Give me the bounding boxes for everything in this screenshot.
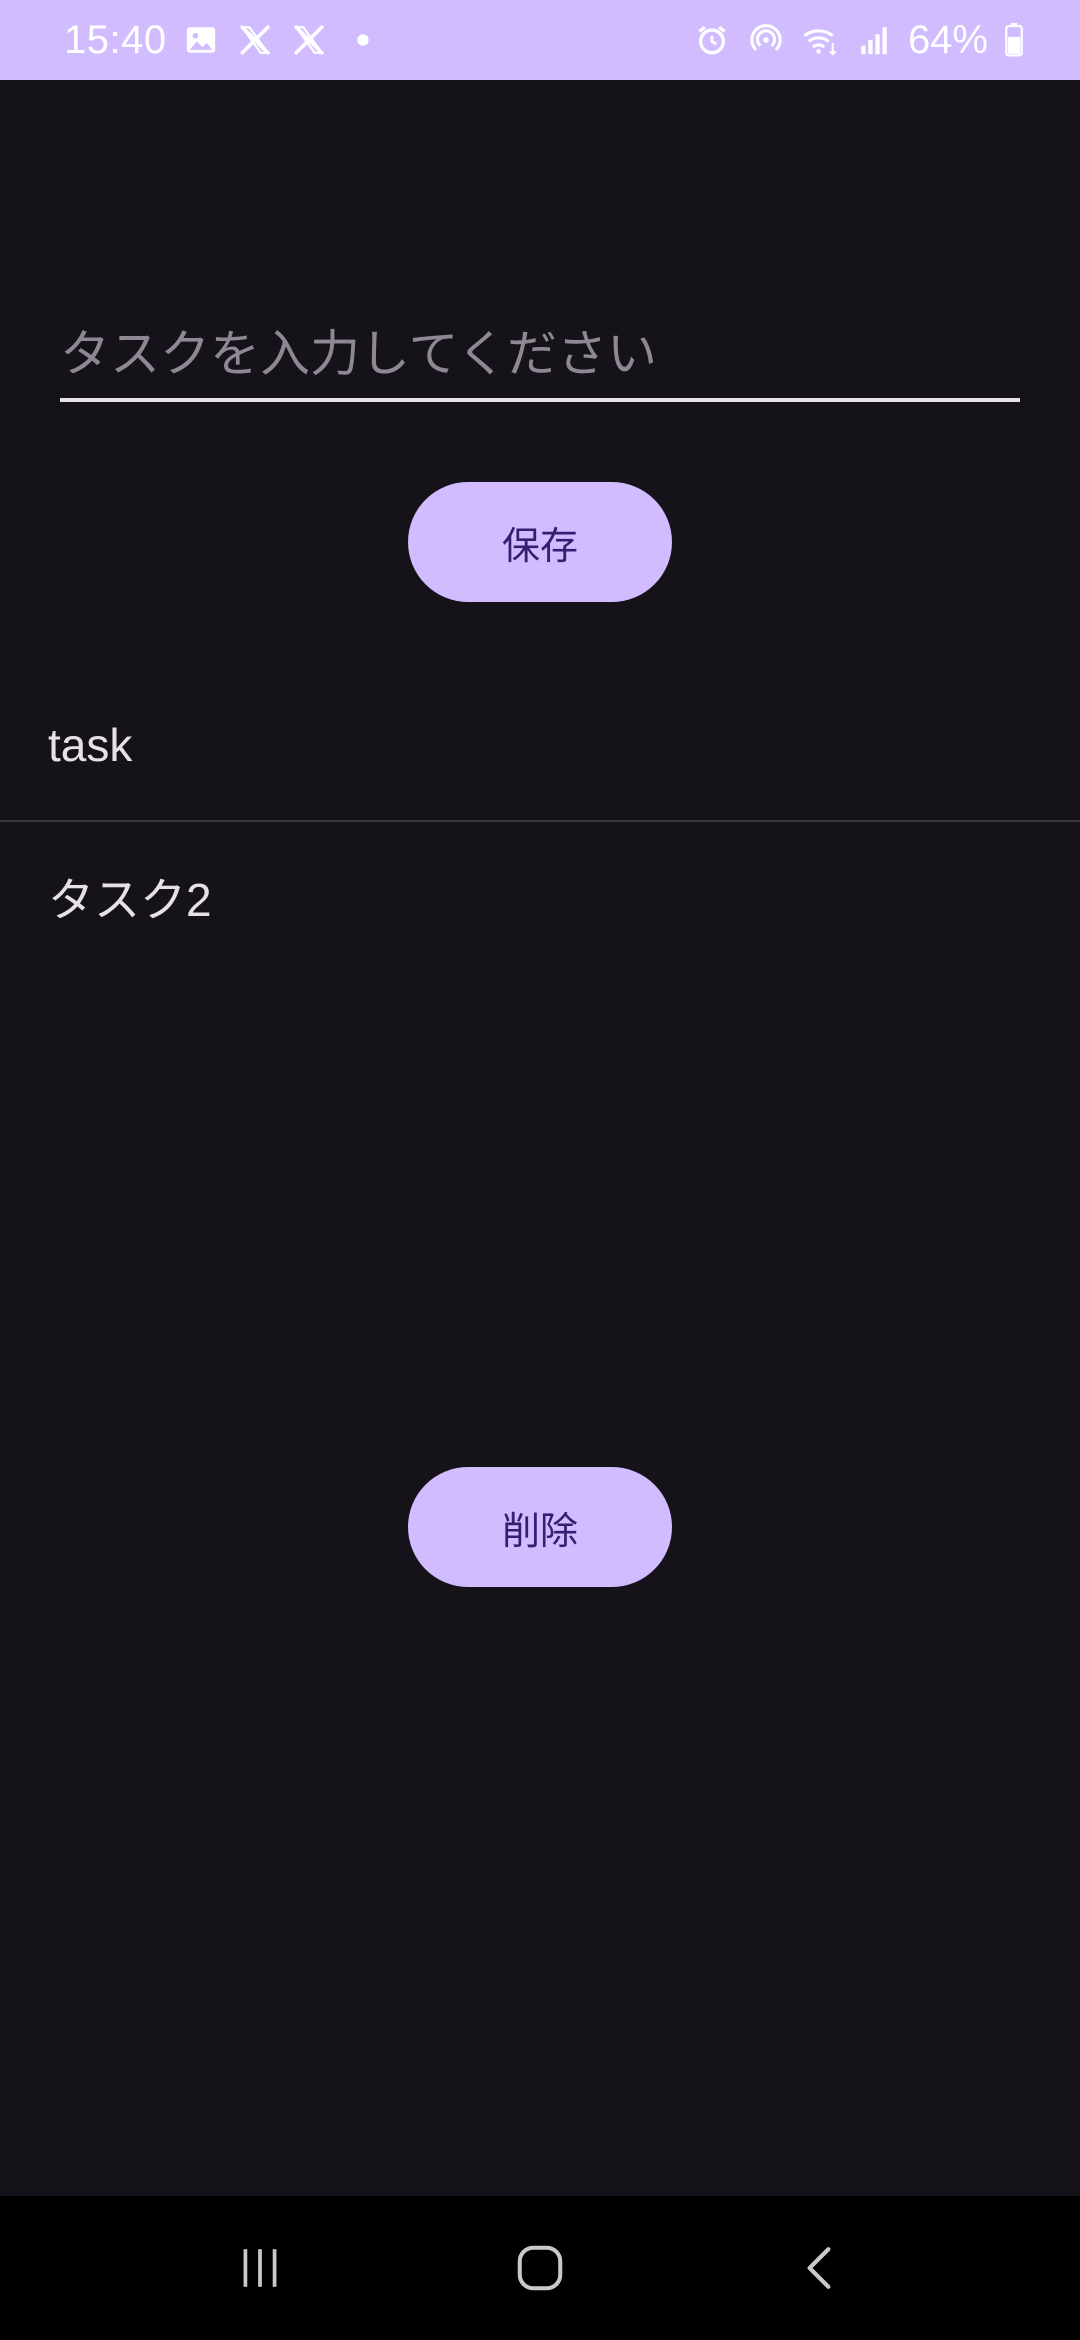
gallery-icon: [181, 20, 221, 60]
status-bar-left: 15:40: [64, 18, 383, 63]
save-button[interactable]: 保存: [408, 482, 672, 602]
x-app-icon: [289, 20, 329, 60]
back-icon[interactable]: [770, 2218, 870, 2318]
task-list-item[interactable]: task: [0, 670, 1080, 820]
alarm-icon: [692, 20, 732, 60]
task-item-label: タスク2: [48, 874, 212, 926]
status-bar-right: 64%: [692, 18, 1026, 63]
wifi-icon: [800, 20, 840, 60]
hotspot-icon: [746, 20, 786, 60]
x-app-icon: [235, 20, 275, 60]
recent-apps-icon[interactable]: [210, 2218, 310, 2318]
battery-percent: 64%: [907, 17, 988, 62]
task-list: task タスク2: [0, 670, 1080, 972]
battery-icon: [1002, 20, 1026, 60]
app-screen: 15:40 64% タスクを入力してください 保存 task タスク2 削除: [0, 0, 1080, 2340]
task-input-field: [60, 310, 1020, 402]
signal-icon: [854, 20, 894, 60]
task-item-label: task: [48, 719, 133, 771]
notification-dot-icon: [343, 20, 383, 60]
task-input[interactable]: [60, 310, 1020, 398]
delete-button[interactable]: 削除: [408, 1467, 672, 1587]
status-time: 15:40: [64, 17, 167, 62]
home-icon[interactable]: [490, 2218, 590, 2318]
status-bar: 15:40 64%: [0, 0, 1080, 80]
navigation-bar: [0, 2196, 1080, 2340]
task-list-item[interactable]: タスク2: [0, 822, 1080, 972]
